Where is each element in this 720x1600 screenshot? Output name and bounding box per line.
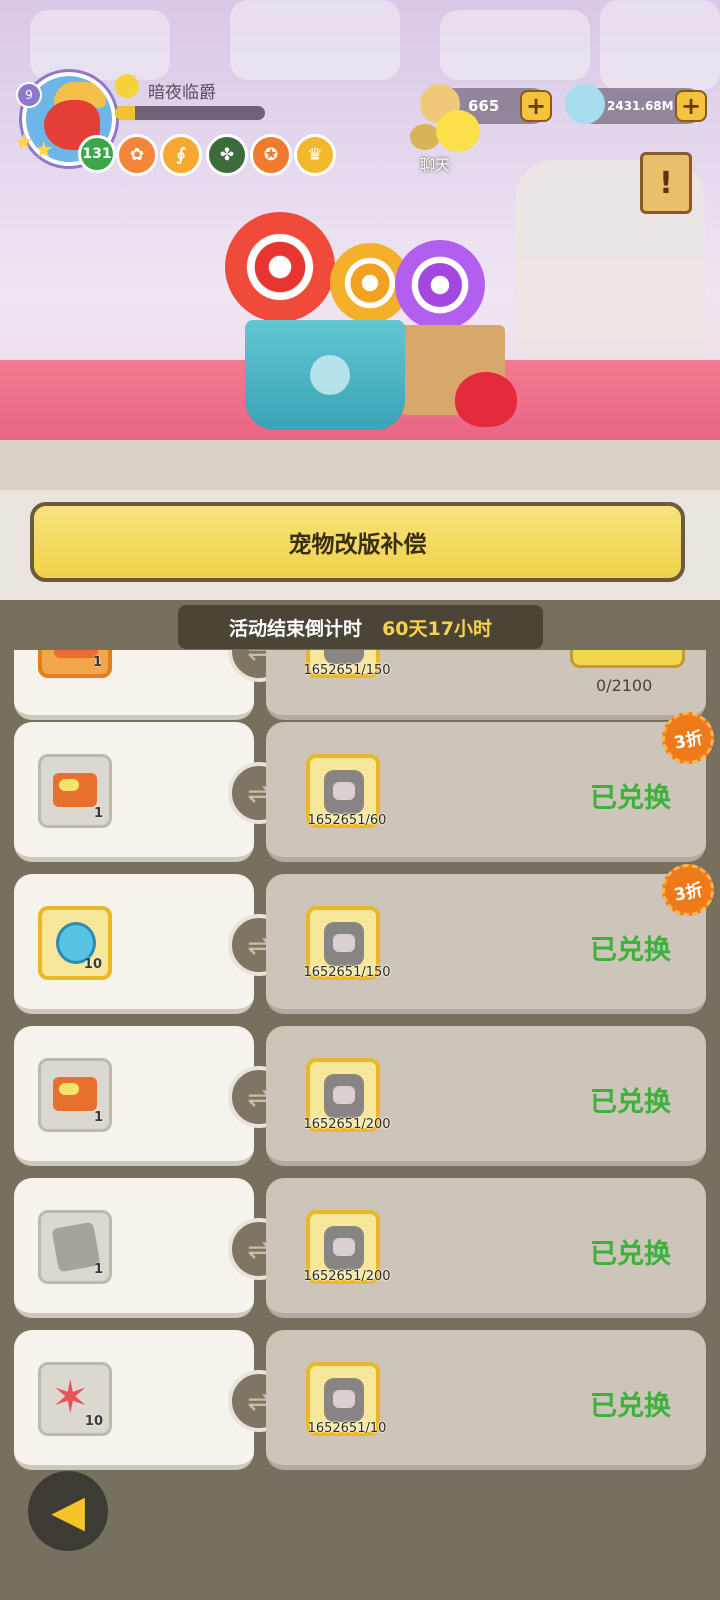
add-gems-button[interactable]: +: [520, 90, 552, 122]
exchanged-status: 已兑换: [590, 935, 671, 966]
add-coins-button[interactable]: +: [675, 90, 707, 122]
cost-slot: 1652651/150: [303, 906, 391, 980]
exchanged-status: 已兑换: [590, 783, 671, 814]
cost-slot: 1652651/60: [306, 754, 386, 828]
bone-token-icon: [324, 1074, 364, 1118]
player-name: 暗夜临爵: [148, 83, 216, 103]
exchange-row: 1 ⇌ 1652651/200 已兑换: [0, 1026, 720, 1166]
xp-bar: [115, 106, 265, 120]
coin-counter: 2431.68M +: [565, 84, 707, 124]
exchange-row: 1 ⇌ 1652651/60 已兑换 3折: [0, 707, 720, 862]
event-title: 宠物改版补偿: [30, 502, 685, 582]
exchange-button[interactable]: [570, 650, 685, 668]
heart-candy: [455, 372, 517, 427]
exclamation-scroll-icon[interactable]: !: [640, 152, 692, 214]
exchange-row: ✶ 10 ⇌ 1652651/10 已兑换: [0, 1330, 720, 1470]
skill-badge-4[interactable]: ✪: [250, 134, 292, 176]
reward-slot[interactable]: 1: [38, 1210, 112, 1284]
reward-slot[interactable]: 10: [38, 906, 112, 980]
food-tray-icon: [53, 773, 97, 807]
bone-token-icon: [324, 922, 364, 966]
food-tray-icon: [54, 650, 98, 658]
countdown-banner: 活动结束倒计时 60天17小时: [178, 605, 543, 649]
skill-badge-1[interactable]: ✿: [116, 134, 158, 176]
countdown-label: 活动结束倒计时: [229, 617, 363, 640]
exchanged-status: 已兑换: [590, 1391, 671, 1422]
vip-badge: 9: [16, 82, 42, 108]
bone-token-icon: [324, 770, 364, 814]
purple-lollipop: [395, 240, 485, 330]
cost-slot: 1652651/200: [303, 1058, 391, 1132]
smiley-icon: [436, 110, 480, 152]
reward-slot[interactable]: 1: [38, 650, 112, 678]
bone-token-icon: [324, 1378, 364, 1422]
bone-token-icon: [324, 650, 364, 664]
exchange-row: 1 ⇌ 1652651/200 已兑换: [0, 1178, 720, 1318]
cost-slot: 1652651/200: [303, 1210, 391, 1284]
crown-badge[interactable]: ♛: [294, 134, 336, 176]
chat-button[interactable]: 聊天: [408, 106, 480, 174]
star-icon: ★: [34, 138, 54, 163]
skill-badge-2[interactable]: ∮: [160, 134, 202, 176]
red-lollipop: [225, 212, 335, 322]
reward-slot[interactable]: ✶ 10: [38, 1362, 112, 1436]
reward-slot[interactable]: 1: [38, 754, 112, 828]
exchange-progress: 0/2100: [596, 676, 653, 695]
exchange-list[interactable]: 1 ⇌ 1652651/150 0/2100 1 ⇌ 1652651/60 已兑…: [0, 650, 720, 1600]
reward-slot[interactable]: 1: [38, 1058, 112, 1132]
exchanged-status: 已兑换: [590, 1087, 671, 1118]
skill-badge-3[interactable]: ✤: [206, 134, 248, 176]
exchanged-status: 已兑换: [590, 1239, 671, 1270]
player-level: 131: [78, 135, 116, 173]
mood-icon: [115, 74, 139, 98]
exchange-row: 10 ⇌ 1652651/150 已兑换 3折: [0, 859, 720, 1014]
star-icon: ★: [14, 130, 34, 155]
cost-slot: 1652651/150: [303, 650, 391, 678]
starfish-icon: ✶: [51, 1370, 90, 1424]
crystal-icon: [565, 84, 605, 124]
exchange-row: 1 ⇌ 1652651/150 0/2100: [0, 650, 720, 720]
food-tray-icon: [53, 1077, 97, 1111]
event-banner-scene: [0, 0, 720, 490]
bone-token-icon: [324, 1226, 364, 1270]
countdown-value: 60天17小时: [382, 617, 492, 640]
back-arrow-icon[interactable]: ◀: [28, 1471, 108, 1551]
cost-slot: 1652651/10: [306, 1362, 386, 1436]
